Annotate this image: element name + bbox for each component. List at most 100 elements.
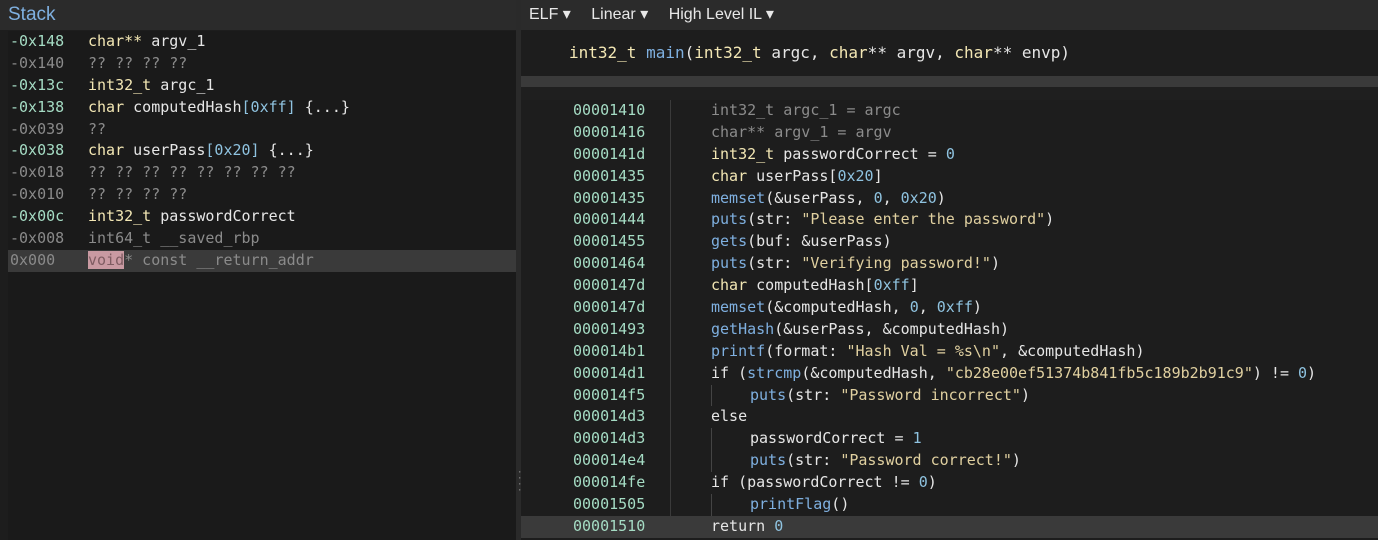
code-line[interactable]: 000014d1 if (strcmp(&computedHash, "cb28e… [521,363,1378,385]
code-line[interactable]: 00001416 char** argv_1 = argv [521,122,1378,144]
stack-row[interactable]: -0x148 char** argv_1 [8,31,516,53]
code-line[interactable]: 0000147d char computedHash[0xff] [521,275,1378,297]
code-line[interactable]: 00001410 int32_t argc_1 = argc [521,100,1378,122]
code-address[interactable]: 00001493 [573,319,645,341]
stack-var-type[interactable]: void [88,250,125,269]
code-line[interactable]: 000014e4 puts(str: "Password correct!") [521,450,1378,473]
stack-row[interactable]: -0x039?? [8,119,516,141]
code-statement[interactable]: printf(format: "Hash Val = %s\n", &compu… [711,341,1145,363]
code-address[interactable]: 0000141d [573,144,645,166]
code-statement[interactable]: if (passwordCorrect != 0) [711,472,937,494]
stack-row[interactable]: -0x00c int32_t passwordCorrect [8,206,516,228]
code-line[interactable]: 00001435 char userPass[0x20] [521,166,1378,188]
code-statement[interactable]: puts(str: "Please enter the password") [711,209,1054,231]
code-address[interactable]: 000014f5 [573,385,645,407]
stack-declaration[interactable]: int64_t __saved_rbp [88,228,260,250]
code-statement[interactable]: char computedHash[0xff] [711,275,919,297]
code-statement[interactable]: char** argv_1 = argv [711,122,892,144]
code-line[interactable]: 000014d3 else [521,406,1378,428]
code-address[interactable]: 00001410 [573,100,645,122]
code-statement[interactable]: else [711,406,747,428]
code-address[interactable]: 00001435 [573,166,645,188]
stack-var-type[interactable]: char** [88,32,142,50]
code-address[interactable]: 00001455 [573,231,645,253]
code-statement[interactable]: if (strcmp(&computedHash, "cb28e00ef5137… [711,363,1316,385]
code-address[interactable]: 000014d1 [573,363,645,385]
code-statement[interactable]: getHash(&userPass, &computedHash) [711,319,1009,341]
stack-declaration[interactable]: char computedHash[0xff] {...} [88,97,350,119]
code-statement[interactable]: int32_t passwordCorrect = 0 [711,144,955,166]
stack-declaration[interactable]: char userPass[0x20] {...} [88,140,314,162]
code-line[interactable]: 00001510 return 0 [521,515,1378,538]
stack-row[interactable]: -0x138 char computedHash[0xff] {...} [8,97,516,119]
stack-collapsed-marker[interactable]: {...} [260,141,314,159]
code-statement[interactable]: int32_t argc_1 = argc [711,100,901,122]
code-statement[interactable]: puts(str: "Verifying password!") [711,253,1000,275]
view-mode-dropdown[interactable]: Linear ▾ [591,6,648,23]
stack-var-type[interactable]: char [88,98,124,116]
code-statement[interactable]: char userPass[0x20] [711,166,883,188]
code-line[interactable]: 00001455 gets(buf: &userPass) [521,231,1378,253]
code-statement[interactable]: printFlag() [711,494,849,516]
stack-var-name: __saved_rbp [151,229,260,248]
code-line[interactable]: 000014b1 printf(format: "Hash Val = %s\n"… [521,341,1378,363]
code-statement[interactable]: passwordCorrect = 1 [711,428,922,451]
view-type-dropdown[interactable]: ELF ▾ [529,6,571,23]
code-address[interactable]: 000014fe [573,472,645,494]
function-signature[interactable]: int32_t main(int32_t argc, char** argv, … [521,30,1378,76]
stack-var-name: ?? ?? ?? ?? [88,185,188,204]
stack-row[interactable]: -0x140 ?? ?? ?? ?? [8,53,516,75]
code-line[interactable]: 000014fe if (passwordCorrect != 0) [521,472,1378,494]
stack-var-type[interactable]: int64_t [88,229,151,247]
code-address[interactable]: 00001435 [573,188,645,210]
code-statement[interactable]: return 0 [711,516,783,538]
stack-row[interactable]: -0x13c int32_t argc_1 [8,75,516,97]
code-line[interactable]: 00001493 getHash(&userPass, &computedHash… [521,319,1378,341]
stack-declaration[interactable]: int32_t argc_1 [88,75,214,97]
code-line[interactable]: 0000141d int32_t passwordCorrect = 0 [521,144,1378,166]
code-address[interactable]: 00001416 [573,122,645,144]
stack-var-type[interactable]: int32_t [88,207,151,225]
code-statement[interactable]: gets(buf: &userPass) [711,231,892,253]
stack-row[interactable]: 0x000 void* const __return_addr [8,249,516,272]
code-statement[interactable]: puts(str: "Password correct!") [711,450,1021,473]
hlil-code-view[interactable]: 00001410 int32_t argc_1 = argc 00001416 cha… [521,100,1378,540]
stack-declaration[interactable]: ?? [88,119,106,141]
code-address[interactable]: 0000147d [573,297,645,319]
splitter-grip-icon[interactable]: · · · · [517,469,522,496]
code-line[interactable]: 00001435 memset(&userPass, 0, 0x20) [521,188,1378,210]
stack-collapsed-marker[interactable]: {...} [296,98,350,116]
il-level-dropdown[interactable]: High Level IL ▾ [669,6,774,23]
code-statement[interactable]: puts(str: "Password incorrect") [711,384,1030,407]
code-address[interactable]: 0000147d [573,275,645,297]
code-address[interactable]: 000014e4 [573,450,645,472]
code-address[interactable]: 00001444 [573,209,645,231]
code-statement[interactable]: memset(&computedHash, 0, 0xff) [711,297,982,319]
stack-declaration[interactable]: ?? ?? ?? ?? ?? ?? ?? ?? [88,162,296,184]
stack-declaration[interactable]: ?? ?? ?? ?? [88,184,187,206]
stack-row[interactable]: -0x018 ?? ?? ?? ?? ?? ?? ?? ?? [8,162,516,184]
code-address[interactable]: 00001464 [573,253,645,275]
code-line[interactable]: 000014d3 passwordCorrect = 1 [521,428,1378,451]
stack-declaration[interactable]: ?? ?? ?? ?? [88,53,187,75]
code-statement[interactable]: memset(&userPass, 0, 0x20) [711,188,946,210]
code-line[interactable]: 000014f5 puts(str: "Password incorrect") [521,384,1378,407]
code-line[interactable]: 00001505 printFlag() [521,494,1378,516]
code-address[interactable]: 000014d3 [573,406,645,428]
stack-declaration[interactable]: void* const __return_addr [88,250,314,272]
code-address[interactable]: 00001510 [573,516,645,538]
stack-var-type[interactable]: char [88,141,124,159]
code-line[interactable]: 0000147d memset(&computedHash, 0, 0xff) [521,297,1378,319]
stack-row[interactable]: -0x008 int64_t __saved_rbp [8,228,516,250]
code-address[interactable]: 000014b1 [573,341,645,363]
stack-declaration[interactable]: int32_t passwordCorrect [88,206,296,228]
code-address[interactable]: 000014d3 [573,428,645,450]
stack-row[interactable]: -0x038 char userPass[0x20] {...} [8,140,516,162]
stack-offset: -0x039 [10,119,65,138]
stack-declaration[interactable]: char** argv_1 [88,31,205,53]
code-line[interactable]: 00001464 puts(str: "Verifying password!") [521,253,1378,275]
stack-row[interactable]: -0x010 ?? ?? ?? ?? [8,184,516,206]
code-line[interactable]: 00001444 puts(str: "Please enter the pass… [521,209,1378,231]
code-address[interactable]: 00001505 [573,494,645,516]
stack-var-type[interactable]: int32_t [88,76,151,94]
